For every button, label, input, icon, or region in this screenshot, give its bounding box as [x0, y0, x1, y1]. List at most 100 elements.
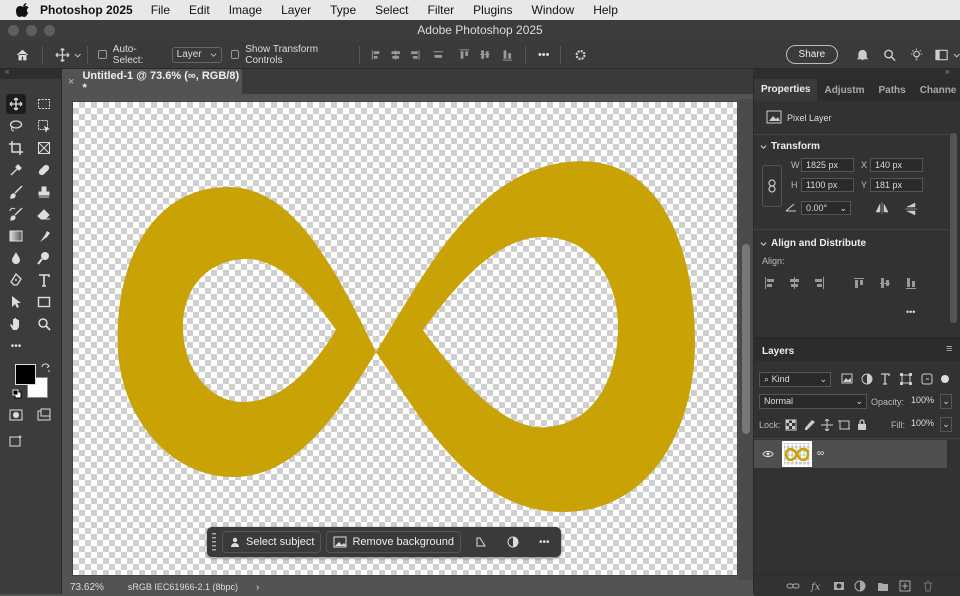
- auto-select-dropdown[interactable]: Layer: [171, 46, 222, 63]
- close-tab-icon[interactable]: ×: [68, 76, 74, 88]
- adjustment-icon[interactable]: [507, 536, 519, 548]
- collapse-left-icon[interactable]: «: [5, 67, 9, 76]
- lasso-tool[interactable]: [6, 116, 26, 136]
- layer-row[interactable]: ∞: [754, 440, 947, 468]
- generative-fill-button[interactable]: [6, 431, 26, 451]
- fill-field[interactable]: 100%: [907, 417, 940, 432]
- auto-select-checkbox[interactable]: [98, 50, 107, 59]
- history-brush-tool[interactable]: [6, 204, 26, 224]
- close-window-button[interactable]: [8, 25, 19, 36]
- menu-help[interactable]: Help: [593, 3, 618, 17]
- more-options-button[interactable]: •••: [538, 49, 550, 61]
- move-tool[interactable]: [6, 94, 26, 114]
- crop-tool[interactable]: [6, 138, 26, 158]
- move-tool-icon[interactable]: [55, 47, 70, 63]
- eyedropper-tool[interactable]: [6, 160, 26, 180]
- share-button[interactable]: Share: [785, 45, 839, 64]
- height-field[interactable]: 1100 px: [801, 178, 854, 192]
- select-subject-button[interactable]: Select subject: [222, 531, 322, 553]
- lightbulb-icon[interactable]: [910, 47, 923, 62]
- search-icon[interactable]: [883, 48, 896, 62]
- healing-brush-tool[interactable]: [34, 160, 54, 180]
- angle-field[interactable]: 0.00° ⌄: [801, 201, 851, 215]
- zoom-tool[interactable]: [34, 314, 54, 334]
- eye-icon[interactable]: [762, 450, 774, 458]
- chevron-down-icon[interactable]: [953, 51, 960, 59]
- brush-tool[interactable]: [6, 182, 26, 202]
- show-transform-checkbox[interactable]: [230, 50, 240, 59]
- blend-mode-dropdown[interactable]: Normal ⌄: [759, 394, 867, 409]
- layer-filter-kind[interactable]: ⌕ Kind ⌄: [759, 372, 831, 387]
- tab-properties[interactable]: Properties: [754, 79, 818, 101]
- quick-mask-button[interactable]: [6, 405, 26, 425]
- gear-icon[interactable]: [574, 48, 587, 62]
- fill-chevron-icon[interactable]: ⌄: [940, 417, 952, 432]
- path-selection-tool[interactable]: [6, 292, 26, 312]
- marquee-tool[interactable]: [34, 94, 54, 114]
- status-menu-chevron-icon[interactable]: ›: [256, 582, 259, 593]
- link-dimensions-button[interactable]: [762, 165, 782, 207]
- zoom-window-button[interactable]: [44, 25, 55, 36]
- tab-paths[interactable]: Paths: [871, 85, 912, 96]
- default-colors-icon[interactable]: [12, 389, 22, 399]
- align-section-header[interactable]: Align and Distribute: [760, 238, 866, 249]
- flip-vertical-icon[interactable]: [905, 202, 917, 216]
- properties-scrollbar[interactable]: [950, 133, 957, 323]
- dodge-burn-tool[interactable]: [34, 248, 54, 268]
- menu-select[interactable]: Select: [375, 3, 408, 17]
- edit-toolbar-button[interactable]: •••: [6, 336, 26, 356]
- x-field[interactable]: 140 px: [870, 158, 923, 172]
- transform-icon[interactable]: [475, 536, 487, 548]
- object-selection-tool[interactable]: [34, 116, 54, 136]
- menu-layer[interactable]: Layer: [281, 3, 311, 17]
- app-menu[interactable]: Photoshop 2025: [40, 3, 133, 17]
- layer-name[interactable]: ∞: [817, 448, 824, 459]
- foreground-color-swatch[interactable]: [15, 364, 36, 385]
- align-buttons[interactable]: [764, 277, 919, 289]
- gradient-tool[interactable]: [6, 226, 26, 246]
- document-tab[interactable]: × Untitled-1 @ 73.6% (∞, RGB/8) *: [62, 69, 242, 94]
- screen-mode-button[interactable]: [34, 405, 54, 425]
- align-buttons-group[interactable]: [370, 47, 519, 63]
- drag-handle-icon[interactable]: [211, 531, 217, 553]
- collapse-right-icon[interactable]: »: [945, 67, 949, 76]
- frame-tool[interactable]: [34, 138, 54, 158]
- menu-type[interactable]: Type: [330, 3, 356, 17]
- dodge-tool[interactable]: [6, 248, 26, 268]
- opacity-field[interactable]: 100%: [907, 394, 940, 409]
- vertical-scrollbar[interactable]: [739, 99, 753, 589]
- chevron-down-icon[interactable]: [74, 51, 81, 59]
- menu-edit[interactable]: Edit: [189, 3, 210, 17]
- layers-footer-buttons[interactable]: fx: [786, 580, 946, 592]
- rectangle-tool[interactable]: [34, 292, 54, 312]
- width-field[interactable]: 1825 px: [801, 158, 854, 172]
- home-icon[interactable]: [15, 47, 30, 63]
- zoom-level[interactable]: 73.62%: [70, 582, 104, 593]
- layers-panel-title[interactable]: Layers: [762, 346, 794, 357]
- layers-menu-icon[interactable]: ≡: [946, 343, 952, 355]
- remove-background-button[interactable]: Remove background: [326, 531, 461, 553]
- vertical-scroll-thumb[interactable]: [742, 244, 750, 434]
- tab-channels[interactable]: Channe: [913, 85, 960, 96]
- clone-stamp-tool[interactable]: [34, 182, 54, 202]
- tab-adjustments[interactable]: Adjustm: [817, 85, 871, 96]
- y-field[interactable]: 181 px: [870, 178, 923, 192]
- type-tool[interactable]: [34, 270, 54, 290]
- menu-window[interactable]: Window: [532, 3, 575, 17]
- bell-icon[interactable]: [856, 48, 869, 62]
- menu-file[interactable]: File: [151, 3, 170, 17]
- context-more-button[interactable]: •••: [539, 537, 550, 548]
- flip-horizontal-icon[interactable]: [875, 202, 889, 214]
- pen-tool[interactable]: [6, 270, 26, 290]
- align-more-button[interactable]: •••: [906, 307, 915, 317]
- transform-section-header[interactable]: Transform: [760, 141, 820, 152]
- eraser-tool[interactable]: [34, 204, 54, 224]
- hand-tool[interactable]: [6, 314, 26, 334]
- smudge-tool[interactable]: [34, 226, 54, 246]
- lock-buttons[interactable]: [785, 419, 868, 431]
- opacity-chevron-icon[interactable]: ⌄: [940, 394, 952, 409]
- layer-filter-icons[interactable]: [841, 373, 951, 385]
- apple-icon[interactable]: [16, 3, 30, 17]
- canvas[interactable]: [72, 101, 738, 576]
- workspace-icon[interactable]: [935, 48, 949, 62]
